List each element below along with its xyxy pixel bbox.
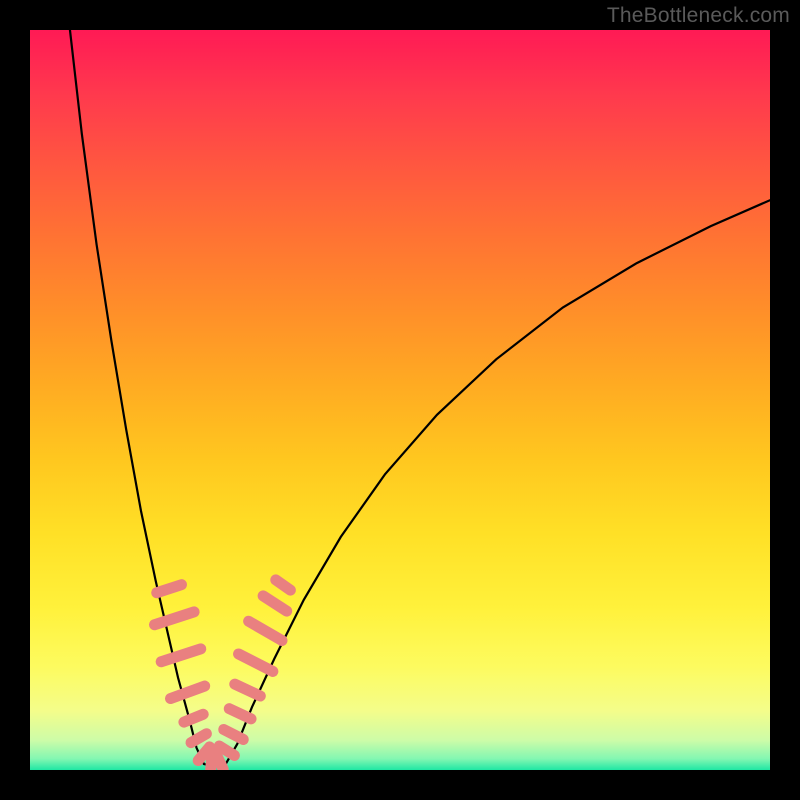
data-marker [154,642,207,669]
data-marker [163,679,211,706]
chart-frame: TheBottleneck.com [0,0,800,800]
chart-svg [30,30,770,770]
data-marker [268,572,298,598]
data-marker [148,605,201,632]
data-marker [177,707,211,729]
watermark-text: TheBottleneck.com [607,4,790,28]
plot-area [30,30,770,770]
data-marker [227,677,267,704]
marker-group [148,572,298,770]
data-marker [241,614,289,648]
